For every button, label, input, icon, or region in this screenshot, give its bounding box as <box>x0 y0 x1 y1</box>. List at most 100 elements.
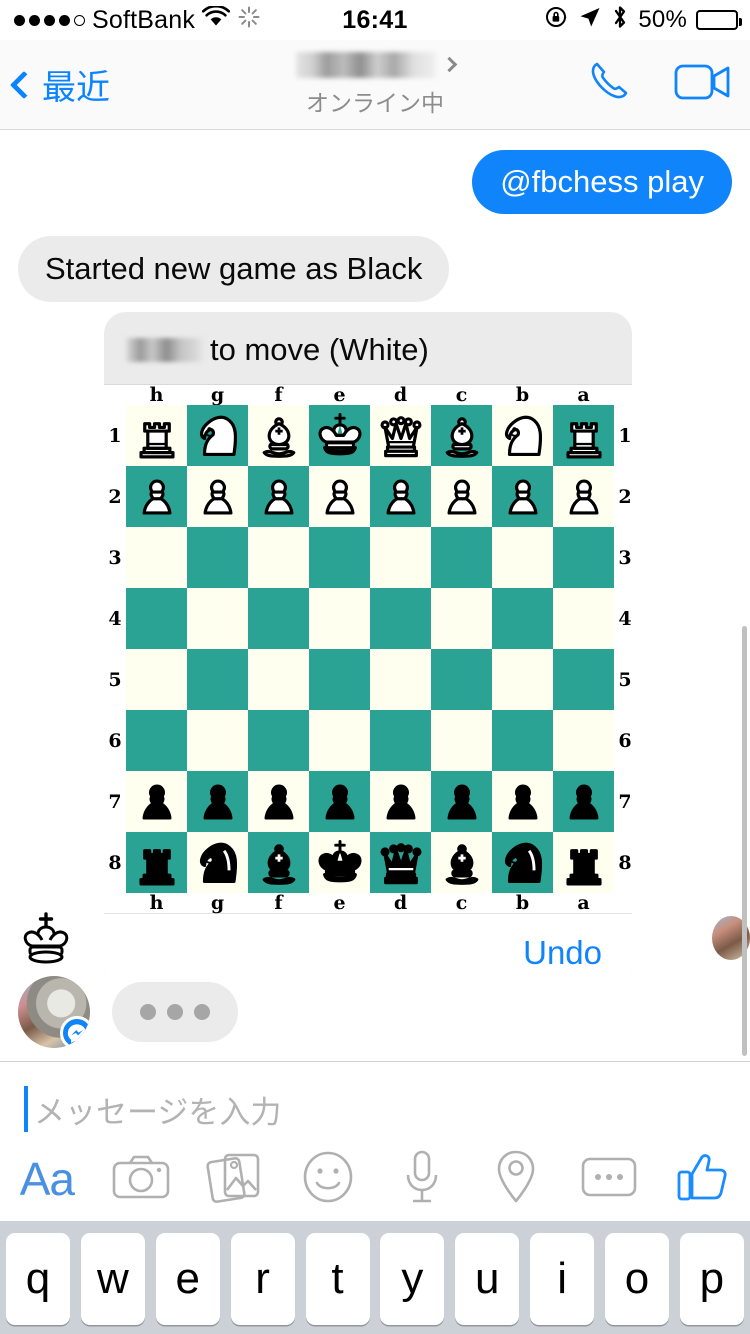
square-f8[interactable] <box>248 832 309 893</box>
square-a5[interactable] <box>553 649 614 710</box>
square-f4[interactable] <box>248 588 309 649</box>
square-d6[interactable] <box>370 710 431 771</box>
key-u[interactable]: u <box>455 1233 520 1325</box>
square-c7[interactable] <box>431 771 492 832</box>
square-h2[interactable] <box>126 466 187 527</box>
square-a2[interactable] <box>553 466 614 527</box>
square-e2[interactable] <box>309 466 370 527</box>
square-c1[interactable] <box>431 405 492 466</box>
chess-game-card[interactable]: to move (White) hgfedcba1122334455667788… <box>104 312 632 991</box>
square-g1[interactable] <box>187 405 248 466</box>
text-format-label: Aa <box>19 1153 75 1205</box>
square-g2[interactable] <box>187 466 248 527</box>
square-d1[interactable] <box>370 405 431 466</box>
square-b8[interactable] <box>492 832 553 893</box>
more-options-button[interactable] <box>563 1155 657 1204</box>
undo-button[interactable]: Undo <box>523 934 602 972</box>
square-h3[interactable] <box>126 527 187 588</box>
rank-label-left-6: 6 <box>104 710 126 771</box>
square-h1[interactable] <box>126 405 187 466</box>
text-format-button[interactable]: Aa <box>0 1152 94 1206</box>
square-g8[interactable] <box>187 832 248 893</box>
thumbs-up-button[interactable] <box>656 1150 750 1209</box>
back-button[interactable]: 最近 <box>0 60 110 109</box>
square-a6[interactable] <box>553 710 614 771</box>
square-b7[interactable] <box>492 771 553 832</box>
square-e3[interactable] <box>309 527 370 588</box>
square-e7[interactable] <box>309 771 370 832</box>
key-e[interactable]: e <box>155 1233 220 1325</box>
square-d2[interactable] <box>370 466 431 527</box>
square-a4[interactable] <box>553 588 614 649</box>
onscreen-keyboard[interactable]: qwertyuiop <box>0 1221 750 1334</box>
video-camera-icon[interactable] <box>674 60 732 109</box>
photo-library-button[interactable] <box>188 1151 282 1208</box>
square-c3[interactable] <box>431 527 492 588</box>
square-c8[interactable] <box>431 832 492 893</box>
battery-percent-label: 50% <box>638 6 687 33</box>
square-b3[interactable] <box>492 527 553 588</box>
message-thread[interactable]: @fbchess play Started new game as Black … <box>0 131 750 1061</box>
voice-record-button[interactable] <box>375 1149 469 1210</box>
square-h8[interactable] <box>126 832 187 893</box>
square-e4[interactable] <box>309 588 370 649</box>
square-h7[interactable] <box>126 771 187 832</box>
square-h6[interactable] <box>126 710 187 771</box>
square-b1[interactable] <box>492 405 553 466</box>
chess-board[interactable]: hgfedcba1122334455667788hgfedcba <box>104 384 632 914</box>
key-i[interactable]: i <box>530 1233 595 1325</box>
sticker-button[interactable] <box>281 1150 375 1209</box>
message-input[interactable]: メッセージを入力 <box>24 1086 281 1132</box>
square-e5[interactable] <box>309 649 370 710</box>
square-f3[interactable] <box>248 527 309 588</box>
square-h5[interactable] <box>126 649 187 710</box>
square-f6[interactable] <box>248 710 309 771</box>
square-e1[interactable] <box>309 405 370 466</box>
avatar[interactable] <box>18 976 90 1048</box>
message-bubble-outgoing[interactable]: @fbchess play <box>472 150 732 214</box>
square-b4[interactable] <box>492 588 553 649</box>
key-r[interactable]: r <box>230 1233 295 1325</box>
square-a7[interactable] <box>553 771 614 832</box>
square-f2[interactable] <box>248 466 309 527</box>
square-a1[interactable] <box>553 405 614 466</box>
phone-icon[interactable] <box>584 56 636 113</box>
square-a8[interactable] <box>553 832 614 893</box>
key-o[interactable]: o <box>605 1233 669 1325</box>
square-g6[interactable] <box>187 710 248 771</box>
square-c5[interactable] <box>431 649 492 710</box>
thread-scrollbar[interactable] <box>742 626 747 1056</box>
contact-header[interactable]: オンライン中 <box>215 51 535 118</box>
square-h4[interactable] <box>126 588 187 649</box>
message-bubble-incoming[interactable]: Started new game as Black <box>18 236 450 302</box>
square-g7[interactable] <box>187 771 248 832</box>
square-f1[interactable] <box>248 405 309 466</box>
key-w[interactable]: w <box>80 1233 145 1325</box>
square-g5[interactable] <box>187 649 248 710</box>
key-q[interactable]: q <box>6 1233 70 1325</box>
square-b2[interactable] <box>492 466 553 527</box>
square-d4[interactable] <box>370 588 431 649</box>
square-d8[interactable] <box>370 832 431 893</box>
square-d7[interactable] <box>370 771 431 832</box>
location-button[interactable] <box>469 1149 563 1210</box>
square-g4[interactable] <box>187 588 248 649</box>
key-t[interactable]: t <box>305 1233 370 1325</box>
square-c4[interactable] <box>431 588 492 649</box>
white-king-icon <box>14 907 78 976</box>
square-f7[interactable] <box>248 771 309 832</box>
square-b6[interactable] <box>492 710 553 771</box>
square-d3[interactable] <box>370 527 431 588</box>
square-a3[interactable] <box>553 527 614 588</box>
key-p[interactable]: p <box>679 1233 744 1325</box>
square-f5[interactable] <box>248 649 309 710</box>
square-g3[interactable] <box>187 527 248 588</box>
square-b5[interactable] <box>492 649 553 710</box>
camera-button[interactable] <box>94 1153 188 1206</box>
square-e8[interactable] <box>309 832 370 893</box>
square-e6[interactable] <box>309 710 370 771</box>
square-c2[interactable] <box>431 466 492 527</box>
square-d5[interactable] <box>370 649 431 710</box>
key-y[interactable]: y <box>380 1233 445 1325</box>
square-c6[interactable] <box>431 710 492 771</box>
